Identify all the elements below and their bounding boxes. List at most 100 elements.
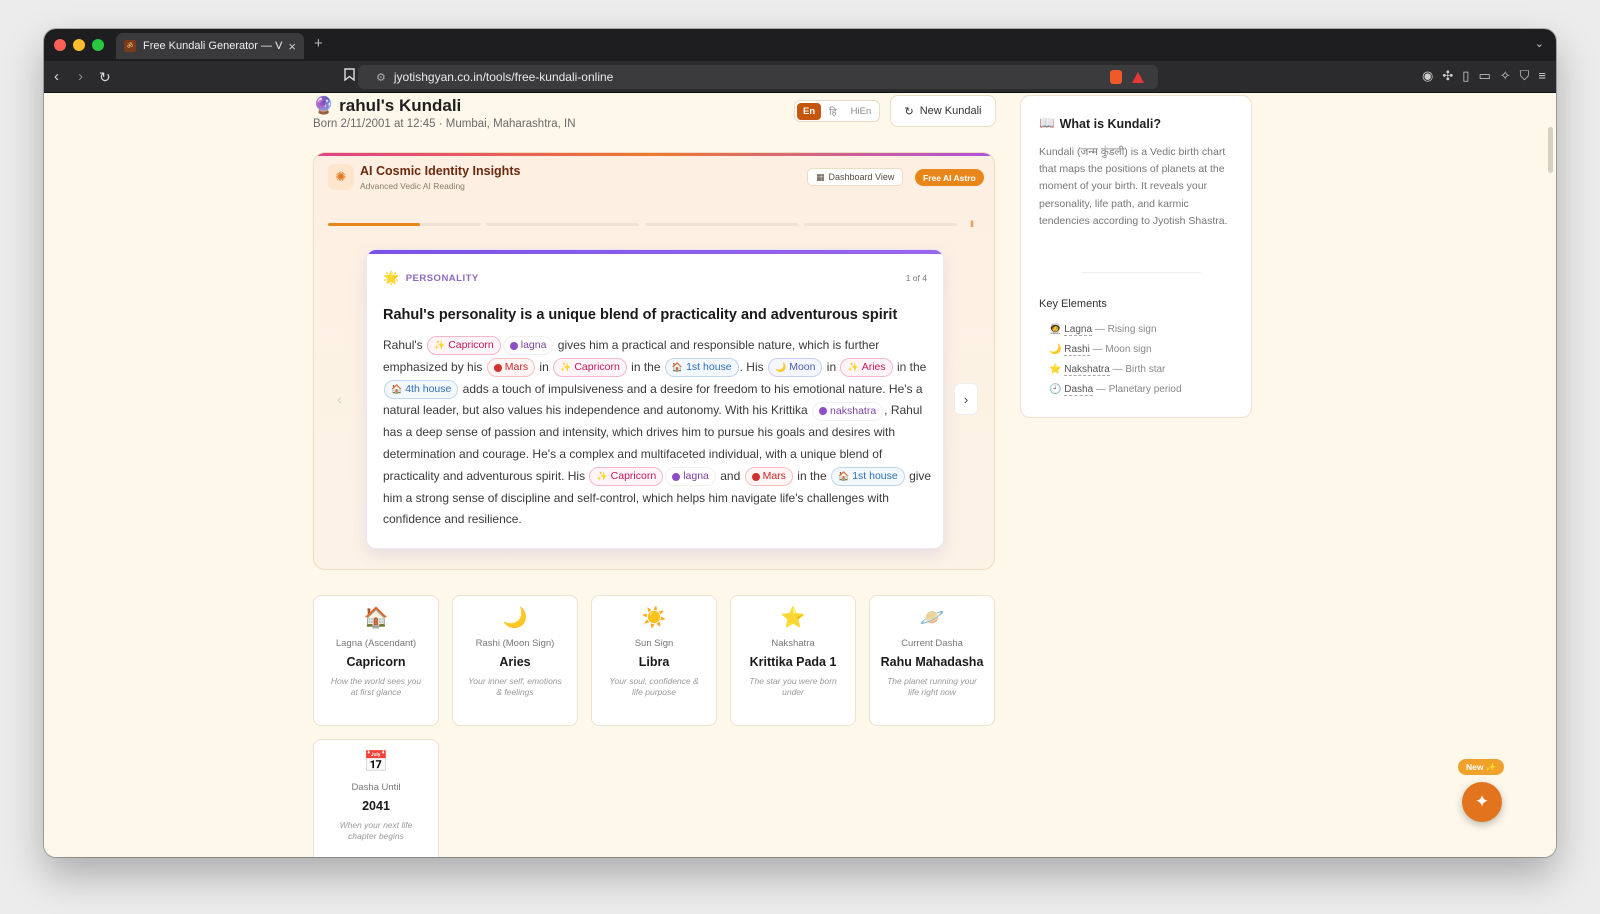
body-text: in <box>536 359 553 374</box>
ai-assistant-button[interactable]: ✦ <box>1462 782 1502 822</box>
chip-label: 1st house <box>852 470 898 483</box>
rewards-icon[interactable] <box>1132 71 1144 83</box>
progress-segment-3[interactable] <box>645 223 798 226</box>
tile-label: Current Dasha <box>901 638 963 649</box>
reload-button[interactable]: ↻ <box>99 68 111 86</box>
book-icon: 📖 <box>1039 116 1055 130</box>
page-title: 🔮 rahul's Kundali <box>313 96 462 115</box>
language-switcher: En हि HiEn <box>794 100 881 122</box>
menu-icon[interactable]: ≡ <box>1538 69 1546 83</box>
body-text: in <box>823 359 840 374</box>
leo-ai-icon[interactable]: ✧ <box>1500 69 1511 83</box>
insight-card: 🌟 PERSONALITY 1 of 4 Rahul's personality… <box>366 249 944 549</box>
tile-value: Aries <box>499 655 531 669</box>
new-kundali-button[interactable]: ↻ New Kundali <box>890 95 996 127</box>
key-element-term[interactable]: Nakshatra <box>1064 364 1110 376</box>
house-icon: 🏠 <box>391 383 403 394</box>
extensions-icon[interactable]: ✣ <box>1442 69 1453 83</box>
summary-tile: 📅 Dasha Until 2041 When your next life chap… <box>313 739 439 857</box>
birth-details: Born 2/11/2001 at 12:45 · Mumbai, Mahara… <box>313 118 576 130</box>
sign-chip[interactable]: ✨ Aries <box>840 358 893 378</box>
tile-description: When your next life chapter begins <box>339 820 413 841</box>
tile-value: Rahu Mahadasha <box>880 655 984 669</box>
sign-chip[interactable]: ✨ Capricorn <box>589 467 664 487</box>
close-window-button[interactable] <box>54 39 66 51</box>
wallet-icon[interactable]: ▭ <box>1478 69 1490 83</box>
chip-label: Aries <box>861 361 886 374</box>
tile-value: Capricorn <box>346 655 406 669</box>
vpn-icon[interactable]: ⛉ <box>1520 69 1530 83</box>
new-badge: New ✨ <box>1458 759 1505 775</box>
lang-en-button[interactable]: En <box>797 102 822 120</box>
progress-segment-2[interactable] <box>486 223 639 226</box>
chip-label: Moon <box>789 361 816 374</box>
sign-chip[interactable]: ✨ Capricorn <box>553 358 627 378</box>
key-element-icon: 🕘 <box>1049 384 1065 395</box>
chip-label: Capricorn <box>574 361 620 374</box>
chip-label: Mars <box>762 470 786 483</box>
progress-segment-1[interactable] <box>328 223 481 226</box>
back-button[interactable]: ‹ <box>54 68 59 86</box>
insights-subtitle: Advanced Vedic AI Reading <box>360 181 465 191</box>
key-elements-title: Key Elements <box>1039 298 1107 310</box>
minimize-window-button[interactable] <box>73 39 85 51</box>
key-element-term[interactable]: Rashi <box>1064 344 1090 356</box>
chevron-down-icon[interactable]: ⌄ <box>1535 37 1544 50</box>
tab-title: Free Kundali Generator — Vedic <box>143 40 282 52</box>
scrollbar[interactable] <box>1548 127 1553 173</box>
chip-label: lagna <box>520 339 547 352</box>
sidebar-icon[interactable]: ▯ <box>1462 69 1469 83</box>
forward-button[interactable]: › <box>78 68 83 86</box>
url-text: jyotishgyan.co.in/tools/free-kundali-onl… <box>393 70 614 84</box>
free-ai-astro-button[interactable]: Free AI Astro <box>915 169 984 186</box>
pause-button[interactable]: II <box>970 219 974 229</box>
new-tab-button[interactable]: + <box>314 35 323 52</box>
grid-icon: ▦ <box>816 171 825 182</box>
browser-toolbar: ‹ › ↻ ⚙ jyotishgyan.co.in/tools/free-kun… <box>44 61 1556 93</box>
card-page-indicator: 1 of 4 <box>905 273 927 283</box>
progress-segment-4[interactable] <box>804 223 957 226</box>
brave-shield-icon[interactable] <box>1110 70 1122 84</box>
next-slide-button[interactable]: › <box>954 383 978 415</box>
summary-tile: 🌙 Rashi (Moon Sign) Aries Your inner self, … <box>452 595 578 726</box>
moon-chip[interactable]: 🌙 Moon <box>767 358 823 378</box>
bookmark-icon[interactable] <box>344 68 355 86</box>
house-chip[interactable]: 🏠 4th house <box>384 379 459 399</box>
site-favicon-icon: ॐ <box>124 40 136 52</box>
tab-close-icon[interactable]: × <box>288 39 296 54</box>
zoom-window-button[interactable] <box>92 39 104 51</box>
lagna-chip[interactable]: lagna <box>502 336 554 356</box>
key-element-item: ⭐ Nakshatra — Birth star <box>1049 360 1182 380</box>
lang-hien-button[interactable]: HiEn <box>845 103 878 120</box>
key-element-term[interactable]: Lagna <box>1064 324 1093 336</box>
chip-label: Mars <box>504 361 529 374</box>
dashboard-view-button[interactable]: ▦ Dashboard View <box>807 168 904 186</box>
sparkle-icon: ✦ <box>1474 792 1490 811</box>
lagna-chip[interactable]: nakshatra <box>812 401 884 421</box>
key-element-term[interactable]: Dasha <box>1064 384 1094 396</box>
sparkle-icon: ✨ <box>433 340 446 351</box>
body-text: and <box>716 468 744 483</box>
sign-chip[interactable]: ✨ Capricorn <box>426 336 501 356</box>
planet-chip[interactable]: Mars <box>744 467 793 487</box>
planet-icon: 🪐 <box>919 607 945 629</box>
card-category: 🌟 PERSONALITY <box>383 270 479 285</box>
planet-chip[interactable]: Mars <box>486 358 536 378</box>
house-chip[interactable]: 🏠 1st house <box>664 358 739 378</box>
sparkle-icon: ✺ <box>328 164 354 190</box>
tab-active[interactable]: ॐ Free Kundali Generator — Vedic × <box>116 33 304 59</box>
tile-description: The planet running your life right now <box>887 676 977 697</box>
moon-icon: 🌙 <box>502 607 528 629</box>
house-chip[interactable]: 🏠 1st house <box>830 467 905 487</box>
key-element-icon: 🌙 <box>1049 344 1065 355</box>
site-info-icon[interactable]: ⚙ <box>376 71 386 84</box>
lagna-chip[interactable]: lagna <box>665 467 716 487</box>
sparkle-icon: ✨ <box>560 362 572 373</box>
moon-icon: 🌙 <box>774 362 787 373</box>
house-icon: 🏠 <box>671 362 684 373</box>
address-bar[interactable]: ⚙ jyotishgyan.co.in/tools/free-kundali-o… <box>358 65 1158 89</box>
camera-icon[interactable]: ◉ <box>1422 69 1433 83</box>
tile-description: How the world sees you at first glance <box>330 676 422 697</box>
previous-slide-button[interactable]: ‹ <box>337 391 342 407</box>
lang-hi-button[interactable]: हि <box>823 102 843 121</box>
